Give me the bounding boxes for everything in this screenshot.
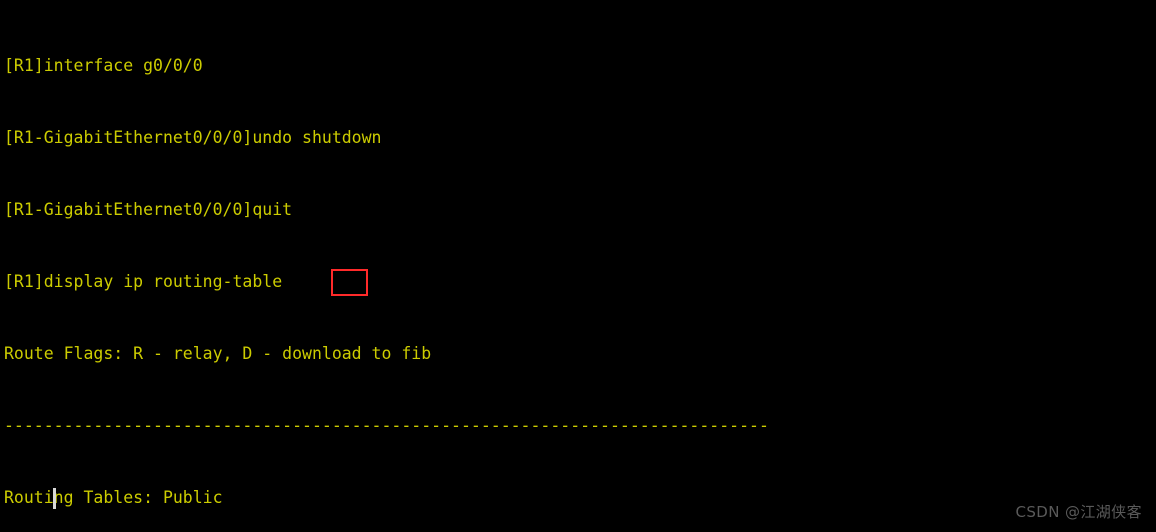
watermark: CSDN @江湖侠客 [1015,503,1142,521]
terminal-line-separator: ----------------------------------------… [4,416,769,435]
text-cursor [53,488,56,509]
terminal-line: [R1-GigabitEthernet0/0/0]quit [4,200,293,219]
terminal-window[interactable]: [R1]interface g0/0/0 [R1-GigabitEthernet… [0,0,1156,532]
terminal-line: [R1]interface g0/0/0 [4,56,203,75]
terminal-line: [R1]display ip routing-table [4,272,283,291]
terminal-line-route-flags: Route Flags: R - relay, D - download to … [4,344,432,363]
terminal-line-table-name: Routing Tables: Public [4,488,223,507]
terminal-output[interactable]: [R1]interface g0/0/0 [R1-GigabitEthernet… [4,6,1156,532]
terminal-line: [R1-GigabitEthernet0/0/0]undo shutdown [4,128,382,147]
